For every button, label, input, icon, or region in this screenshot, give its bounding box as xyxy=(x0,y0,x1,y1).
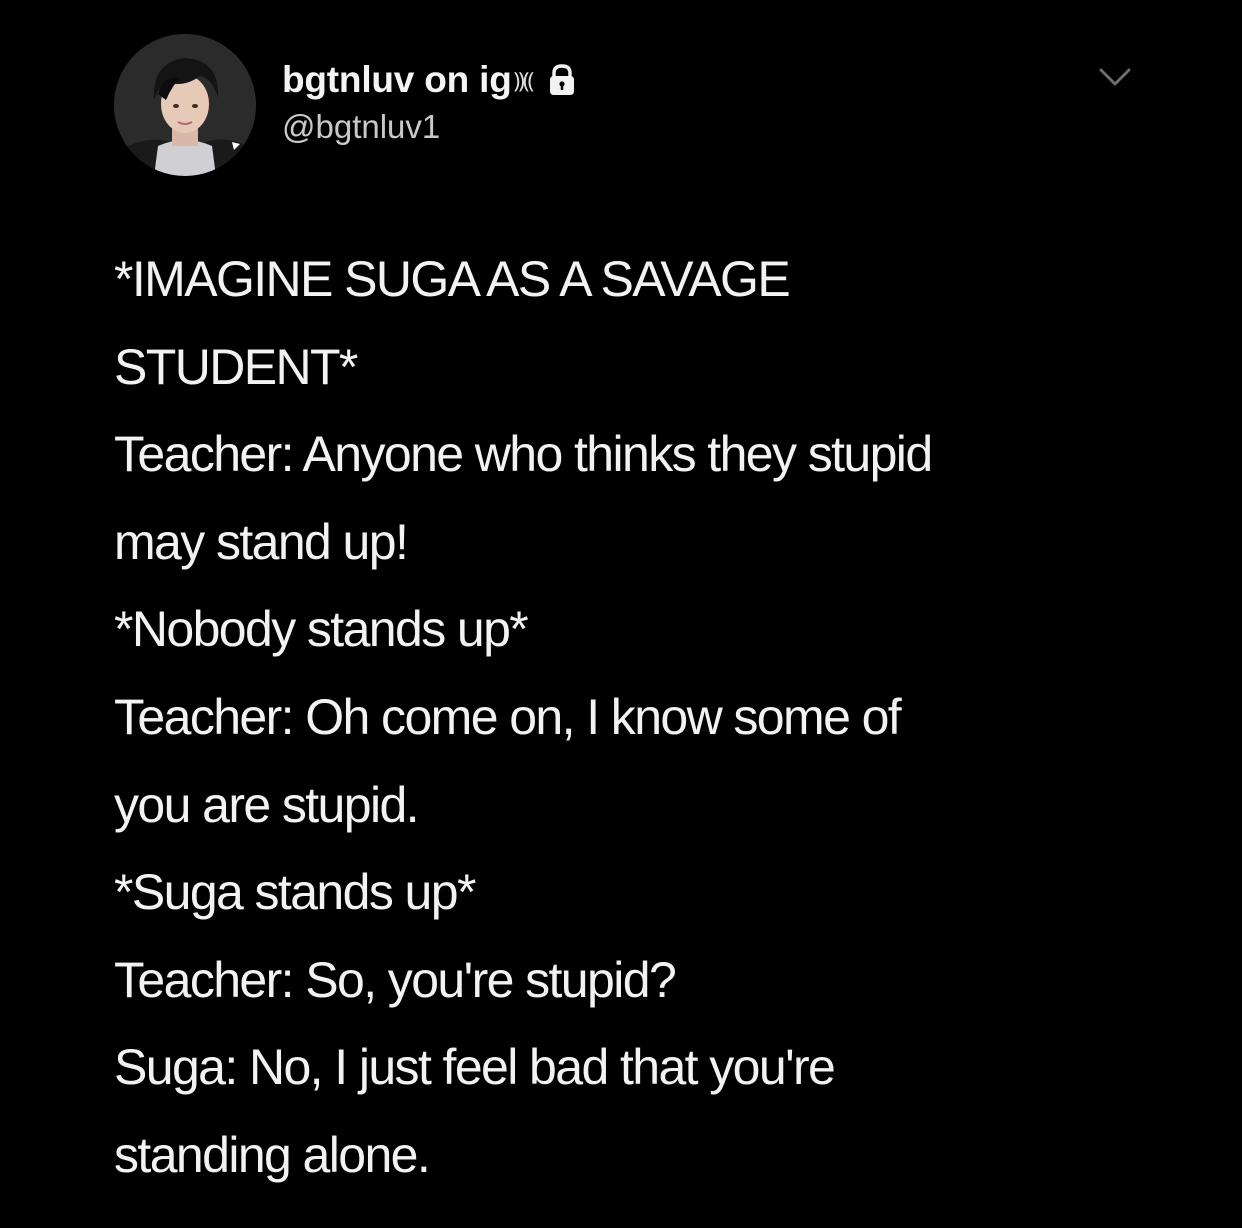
chevron-down-icon[interactable] xyxy=(1097,64,1133,92)
name-emoji: ⸩⸨ xyxy=(513,68,534,93)
tweet-line: may stand up! xyxy=(114,513,409,570)
tweet-line: STUDENT* xyxy=(114,338,358,395)
tweet-line: Suga: No, I just feel bad that you're xyxy=(114,1039,836,1096)
tweet-card: bgtnluv on ig ⸩⸨ @bgtnluv1 *IMAGINE SUGA… xyxy=(0,0,1242,1228)
tweet-line: standing alone. xyxy=(114,1126,431,1183)
avatar[interactable] xyxy=(114,34,256,176)
user-handle[interactable]: @bgtnluv1 xyxy=(282,108,440,146)
tweet-line: Teacher: Anyone who thinks they stupid xyxy=(114,426,933,483)
tweet-line: *Suga stands up* xyxy=(114,864,476,921)
display-name[interactable]: bgtnluv on ig xyxy=(282,59,512,101)
tweet-line: Teacher: Oh come on, I know some of xyxy=(114,688,902,745)
avatar-photo xyxy=(114,34,256,176)
tweet-line: Teacher: So, you're stupid? xyxy=(114,951,677,1008)
tweet-text: *IMAGINE SUGA AS A SAVAGE STUDENT* Teach… xyxy=(114,236,1214,1200)
tweet-line: you are stupid. xyxy=(114,776,420,833)
lock-icon xyxy=(544,62,580,98)
tweet-line: *Nobody stands up* xyxy=(114,601,529,658)
display-name-row: bgtnluv on ig ⸩⸨ xyxy=(282,56,580,104)
tweet-line: *IMAGINE SUGA AS A SAVAGE xyxy=(114,251,791,307)
